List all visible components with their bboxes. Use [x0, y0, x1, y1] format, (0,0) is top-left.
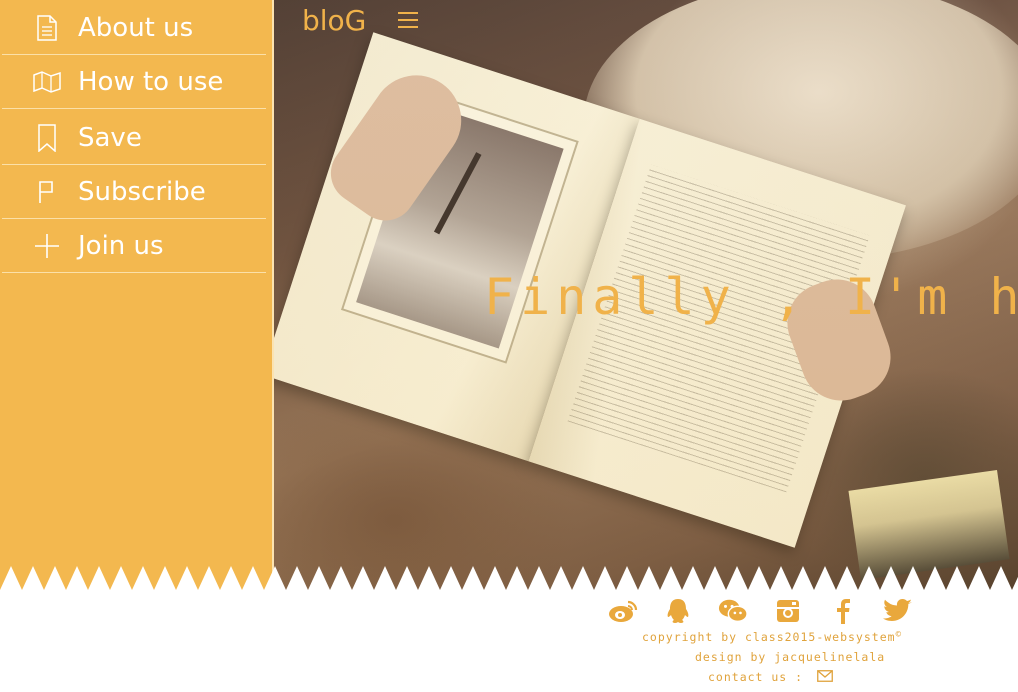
- footer: copyright by class2015-websystem© design…: [0, 592, 1018, 692]
- wechat-icon[interactable]: [718, 596, 748, 626]
- menu-item-label: How to use: [78, 67, 224, 97]
- menu-item-subscribe[interactable]: Subscribe: [2, 166, 266, 219]
- facebook-icon[interactable]: [828, 596, 858, 626]
- qq-icon[interactable]: [663, 596, 693, 626]
- menu-item-label: Save: [78, 123, 142, 153]
- design-credit: design by jacquelinelala: [695, 650, 886, 664]
- menu-item-join-us[interactable]: Join us: [2, 220, 266, 273]
- mail-icon[interactable]: [817, 670, 833, 685]
- instagram-icon[interactable]: [773, 596, 803, 626]
- bookmark-icon: [32, 123, 62, 153]
- menu-item-how-to-use[interactable]: How to use: [2, 56, 266, 109]
- hamburger-menu-icon[interactable]: [398, 12, 418, 30]
- twitter-icon[interactable]: [883, 596, 913, 626]
- menu-item-label: Join us: [78, 231, 164, 261]
- menu-item-about-us[interactable]: About us: [2, 2, 266, 55]
- map-icon: [32, 67, 62, 97]
- page: Finally , I'm here bloG About us: [0, 0, 1018, 692]
- sidebar-menu: About us How to use Save Subscribe Join …: [0, 0, 274, 600]
- document-icon: [32, 13, 62, 43]
- copyright-line: copyright by class2015-websystem©: [642, 630, 902, 644]
- weibo-icon[interactable]: [608, 596, 638, 626]
- plus-icon: [32, 231, 62, 261]
- menu-item-save[interactable]: Save: [2, 112, 266, 165]
- social-links: [608, 596, 938, 626]
- contact-line: contact us :: [708, 670, 833, 685]
- hero-tagline: Finally , I'm here: [484, 268, 1018, 326]
- menu-item-label: About us: [78, 13, 194, 43]
- menu-item-label: Subscribe: [78, 177, 206, 207]
- copyright-mark: ©: [895, 630, 902, 640]
- flag-icon: [32, 177, 62, 207]
- brand-logo[interactable]: bloG: [302, 4, 366, 37]
